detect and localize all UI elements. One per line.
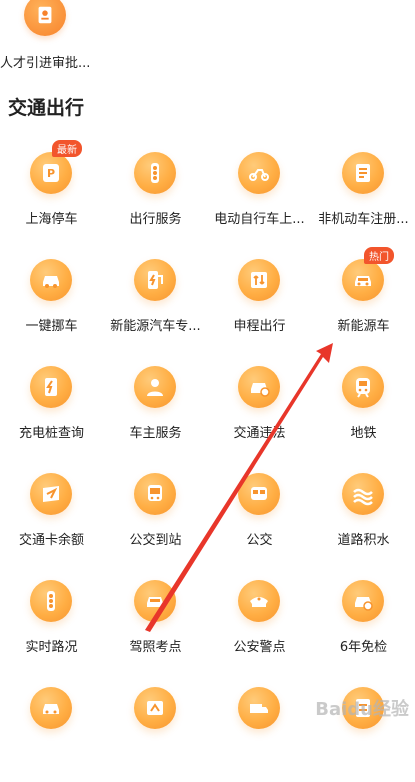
- transport-card-icon: [30, 473, 72, 515]
- new-energy-car-icon: [342, 259, 384, 301]
- realtime-traffic-icon: [30, 580, 72, 622]
- service-label: 地铁: [350, 426, 377, 441]
- service-tile[interactable]: 实时路况: [0, 568, 103, 675]
- service-label: 新能源车: [337, 319, 390, 334]
- service-label: 上海停车: [25, 212, 78, 227]
- charging-pile-icon: [30, 366, 72, 408]
- service-tile[interactable]: 一键挪车: [0, 247, 103, 354]
- service-label: 车主服务: [129, 426, 182, 441]
- service-tile[interactable]: 交通卡余额: [0, 461, 103, 568]
- talent-approval-icon: [24, 0, 66, 36]
- parking-car-icon: P: [30, 152, 72, 194]
- service-label: 公交到站: [129, 533, 182, 548]
- service-tile[interactable]: 公交: [208, 461, 311, 568]
- watermark: Baidu经验: [315, 699, 409, 720]
- service-label: 充电桩查询: [18, 426, 84, 441]
- service-label: 公安警点: [233, 640, 286, 655]
- service-label: 一键挪车: [25, 319, 78, 334]
- service-tile[interactable]: 申程出行: [208, 247, 311, 354]
- status-badge: 最新: [52, 140, 82, 157]
- bus-arrival-icon: [134, 473, 176, 515]
- traffic-violation-icon: [238, 366, 280, 408]
- car-icon: [30, 687, 72, 729]
- map-icon: [134, 687, 176, 729]
- service-tile[interactable]: 公安警点: [208, 568, 311, 675]
- e-bike-icon: [238, 152, 280, 194]
- service-label: 出行服务: [129, 212, 182, 227]
- service-label: 实时路况: [25, 640, 78, 655]
- status-badge: 热门: [364, 247, 394, 264]
- service-tile[interactable]: [0, 675, 103, 782]
- talent-approval-item[interactable]: 人才引进审批...: [0, 0, 92, 80]
- service-tile[interactable]: 新能源汽车专...: [104, 247, 207, 354]
- service-tile[interactable]: [208, 675, 311, 782]
- service-label: 交通卡余额: [18, 533, 84, 548]
- police-cap-icon: [238, 580, 280, 622]
- service-tile[interactable]: 出行服务: [104, 140, 207, 247]
- service-label: 申程出行: [233, 319, 286, 334]
- service-label: 非机动车注册...: [318, 212, 409, 227]
- ev-charger-icon: [134, 259, 176, 301]
- road-sign-icon: [238, 259, 280, 301]
- talent-approval-label: 人才引进审批...: [0, 56, 91, 71]
- service-tile[interactable]: 公交到站: [104, 461, 207, 568]
- bus-icon: [238, 473, 280, 515]
- exam-site-icon: [134, 580, 176, 622]
- service-tile[interactable]: [104, 675, 207, 782]
- service-tile[interactable]: 车主服务: [104, 354, 207, 461]
- service-label: 公交: [246, 533, 273, 548]
- service-label: 电动自行车上...: [214, 212, 305, 227]
- service-tile[interactable]: 热门新能源车: [312, 247, 415, 354]
- service-tile[interactable]: 充电桩查询: [0, 354, 103, 461]
- service-tile[interactable]: 驾照考点: [104, 568, 207, 675]
- service-tile[interactable]: 6年免检: [312, 568, 415, 675]
- inspection-exempt-icon: [342, 580, 384, 622]
- section-title: 交通出行: [8, 97, 85, 119]
- service-label: 交通违法: [233, 426, 286, 441]
- service-tile[interactable]: 电动自行车上...: [208, 140, 311, 247]
- truck-icon: [238, 687, 280, 729]
- service-tile[interactable]: 道路积水: [312, 461, 415, 568]
- service-tile[interactable]: P 最新上海停车: [0, 140, 103, 247]
- car-owner-icon: [134, 366, 176, 408]
- service-tile[interactable]: 交通违法: [208, 354, 311, 461]
- service-tile[interactable]: 非机动车注册...: [312, 140, 415, 247]
- car-move-icon: [30, 259, 72, 301]
- service-label: 道路积水: [337, 533, 390, 548]
- service-label: 驾照考点: [129, 640, 182, 655]
- registration-doc-icon: [342, 152, 384, 194]
- svg-text:P: P: [47, 167, 55, 180]
- metro-icon: [342, 366, 384, 408]
- service-label: 新能源汽车专...: [110, 319, 201, 334]
- service-tile[interactable]: 地铁: [312, 354, 415, 461]
- service-tile[interactable]: [312, 675, 415, 782]
- service-label: 6年免检: [339, 640, 388, 655]
- road-water-icon: [342, 473, 384, 515]
- traffic-light-icon: [134, 152, 176, 194]
